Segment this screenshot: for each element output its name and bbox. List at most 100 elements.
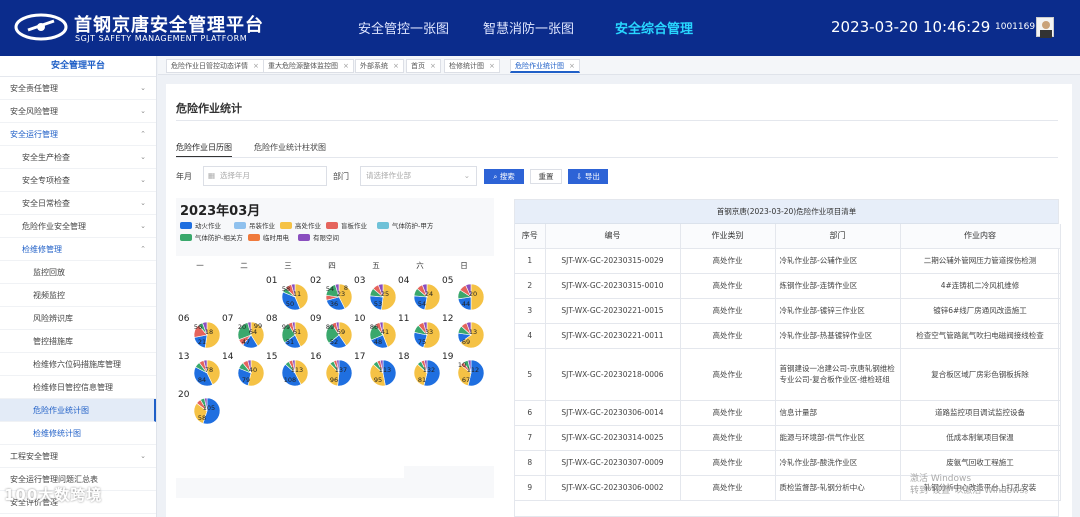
sidebar-item[interactable]: 危险作业统计图 [0, 399, 156, 422]
sidebar-item[interactable]: 安全责任管理 ⌄ [0, 77, 156, 100]
reset-button[interactable]: 重置 [530, 169, 562, 184]
close-icon[interactable]: × [430, 62, 436, 70]
column-header[interactable]: 作业内容 [900, 224, 1061, 249]
calendar-day[interactable]: 05 20 44 [442, 276, 486, 312]
export-button[interactable]: ⇩ 导出 [568, 169, 608, 184]
table-row[interactable]: 2 SJT-WX-GC-20230315-0010 高处作业 炼钢作业部-连铸作业区 4… [515, 273, 1061, 299]
day-number: 19 [442, 352, 454, 362]
table-cell: SJT-WX-GC-20230315-0010 [545, 273, 681, 299]
chevron-icon: ⌄ [140, 107, 146, 115]
calendar-day[interactable]: 11 33 75 [398, 314, 442, 350]
sidebar-item[interactable]: 工程安全管理 ⌄ [0, 445, 156, 468]
sidebar-item[interactable]: 危险作业安全管理 ⌄ [0, 215, 156, 238]
table-cell: 道路监控项目调试监控设备 [900, 400, 1061, 426]
tab-home[interactable]: 首页 × [406, 59, 441, 73]
calendar-day[interactable]: 13 78 84 [178, 352, 222, 388]
table-row[interactable]: 3 SJT-WX-GC-20230221-0015 高处作业 冷轧作业部-镀锌三作业区… [515, 298, 1061, 324]
sidebar-item[interactable]: 监控回放 [0, 261, 156, 284]
table-row[interactable]: 4 SJT-WX-GC-20230221-0011 高处作业 冷轧作业部-热基镀锌作业… [515, 323, 1061, 349]
table-cell: 二期公辅外管网压力管道探伤检测 [900, 248, 1061, 274]
nav-integrated-safety[interactable]: 安全综合管理 [615, 18, 693, 37]
sidebar-item-label: 检维修六位码措施库管理 [33, 360, 121, 369]
table-cell: 复合板区域厂房彩色钢板拆除 [900, 348, 1061, 401]
column-header[interactable]: 编号 [545, 224, 681, 249]
sidebar-item-label: 管控措施库 [33, 337, 73, 346]
sidebar-item[interactable]: 安全运行管理 ⌃ [0, 123, 156, 146]
pie-data-label: 21 [198, 338, 206, 346]
close-icon[interactable]: × [489, 62, 495, 70]
nav-safety-control-map[interactable]: 安全管控一张图 [358, 18, 449, 37]
calendar-day[interactable]: 18 132 81 [398, 352, 442, 388]
table-cell: 高处作业 [680, 248, 776, 274]
calendar-day[interactable]: 06 18 21 56 [178, 314, 222, 350]
legend-item[interactable]: 高处作业 [280, 220, 321, 230]
tab-hazard-chart[interactable]: 危险作业统计图 × [510, 59, 580, 73]
calendar-day[interactable]: 01 11 50 58 [266, 276, 310, 312]
calendar-day[interactable]: 16 137 96 [310, 352, 354, 388]
sidebar-item[interactable]: 安全日常检查 ⌄ [0, 192, 156, 215]
calendar-day[interactable]: 17 113 95 [354, 352, 398, 388]
sidebar-item[interactable]: 视频监控 [0, 284, 156, 307]
tab-hazard-bar-chart[interactable]: 危险作业统计柱状图 [254, 142, 326, 153]
tab-external-system[interactable]: 外部系统 × [355, 59, 404, 73]
table-row[interactable]: 8 SJT-WX-GC-20230307-0009 高处作业 冷轧作业部-酸洗作业区废… [515, 450, 1061, 476]
table-body: 1 SJT-WX-GC-20230315-0029 高处作业 冷轧作业部-公辅作业区二… [515, 248, 1061, 501]
sidebar-item[interactable]: 安全生产检查 ⌄ [0, 146, 156, 169]
sidebar-item[interactable]: 管控措施库 [0, 330, 156, 353]
sidebar-item[interactable]: 安全专项检查 ⌄ [0, 169, 156, 192]
day-pie-chart: 4079 [237, 359, 265, 387]
sidebar-item[interactable]: 安全风险管理 ⌄ [0, 100, 156, 123]
calendar-day[interactable]: 04 24 54 [398, 276, 442, 312]
legend-item[interactable]: 盲板作业 [326, 220, 367, 230]
calendar-day[interactable]: 03 25 53 [354, 276, 398, 312]
sidebar-item-label: 安全生产检查 [22, 153, 70, 162]
calendar-day[interactable]: 02 23 36 54 8 [310, 276, 354, 312]
tab-hazard-calendar[interactable]: 危险作业日历图 [176, 142, 232, 158]
calendar-day[interactable]: 09 59 52 89 [310, 314, 354, 350]
legend-item[interactable]: 临时用电 [248, 232, 289, 242]
column-header[interactable]: 序号 [515, 224, 546, 249]
sidebar-item[interactable]: 风险辨识库 [0, 307, 156, 330]
sidebar-item[interactable]: 检维修管理 ⌃ [0, 238, 156, 261]
table-cell: 冷轧作业部-热基镀锌作业区 [775, 323, 901, 349]
month-picker[interactable]: ▦ 选择年月 [203, 166, 327, 186]
avatar[interactable] [1036, 17, 1054, 38]
pie-data-label: 113 [379, 366, 391, 374]
table-row[interactable]: 1 SJT-WX-GC-20230315-0029 高处作业 冷轧作业部-公辅作业区二… [515, 248, 1061, 274]
calendar-day[interactable]: 10 41 48 86 [354, 314, 398, 350]
sidebar-item[interactable]: 检维修日管控信息管理 [0, 376, 156, 399]
tab-hazard-daily-detail[interactable]: 危险作业日管控动态详情 × [166, 59, 264, 73]
calendar-day[interactable]: 07 64 47 20 99 [222, 314, 266, 350]
calendar-day[interactable]: 20 105 58 [178, 390, 222, 426]
close-icon[interactable]: × [569, 62, 575, 70]
close-icon[interactable]: × [393, 62, 399, 70]
dept-select[interactable]: 请选择作业部 ⌄ [360, 166, 477, 186]
calendar-day[interactable]: 19 112 67 10 [442, 352, 486, 388]
calendar-day[interactable]: 14 40 79 [222, 352, 266, 388]
sidebar-item-label: 检维修管理 [22, 245, 62, 254]
calendar-day[interactable]: 15 113 108 [266, 352, 310, 388]
sidebar-item[interactable]: 检维修统计图 [0, 422, 156, 445]
legend-item[interactable]: 气体防护-甲方 [377, 220, 433, 230]
tab-maintenance-chart[interactable]: 检修统计图 × [444, 59, 500, 73]
calendar-day[interactable]: 08 61 51 99 [266, 314, 310, 350]
table-row[interactable]: 6 SJT-WX-GC-20230306-0014 高处作业 信息计量部 道路监控项目调… [515, 400, 1061, 426]
table-row[interactable]: 7 SJT-WX-GC-20230314-0025 高处作业 能源与环境部-供气作业区… [515, 425, 1061, 451]
close-icon[interactable]: × [343, 62, 349, 70]
user-id[interactable]: 10011691 [995, 22, 1041, 32]
legend-item[interactable]: 动火作业 [180, 220, 221, 230]
column-header[interactable]: 作业类别 [680, 224, 776, 249]
tab-major-hazard-monitor[interactable]: 重大危险源整体监控图 × [263, 59, 354, 73]
sidebar-item[interactable]: 检维修六位码措施库管理 [0, 353, 156, 376]
weekday-header: 五 [372, 261, 380, 270]
legend-item[interactable]: 有限空间 [298, 232, 339, 242]
search-button[interactable]: ⌕ 搜索 [484, 169, 524, 184]
legend-item[interactable]: 气体防护-相关方 [180, 232, 243, 242]
nav-smart-fire-map[interactable]: 智慧消防一张图 [483, 18, 574, 37]
legend-item[interactable]: 吊装作业 [234, 220, 275, 230]
column-header[interactable]: 部门 [775, 224, 901, 249]
day-number: 05 [442, 276, 454, 286]
table-row[interactable]: 5 SJT-WX-GC-20230218-0006 高处作业 首钢建设一冶建公司-京唐… [515, 348, 1061, 401]
close-icon[interactable]: × [253, 62, 259, 70]
calendar-day[interactable]: 12 13 69 [442, 314, 486, 350]
